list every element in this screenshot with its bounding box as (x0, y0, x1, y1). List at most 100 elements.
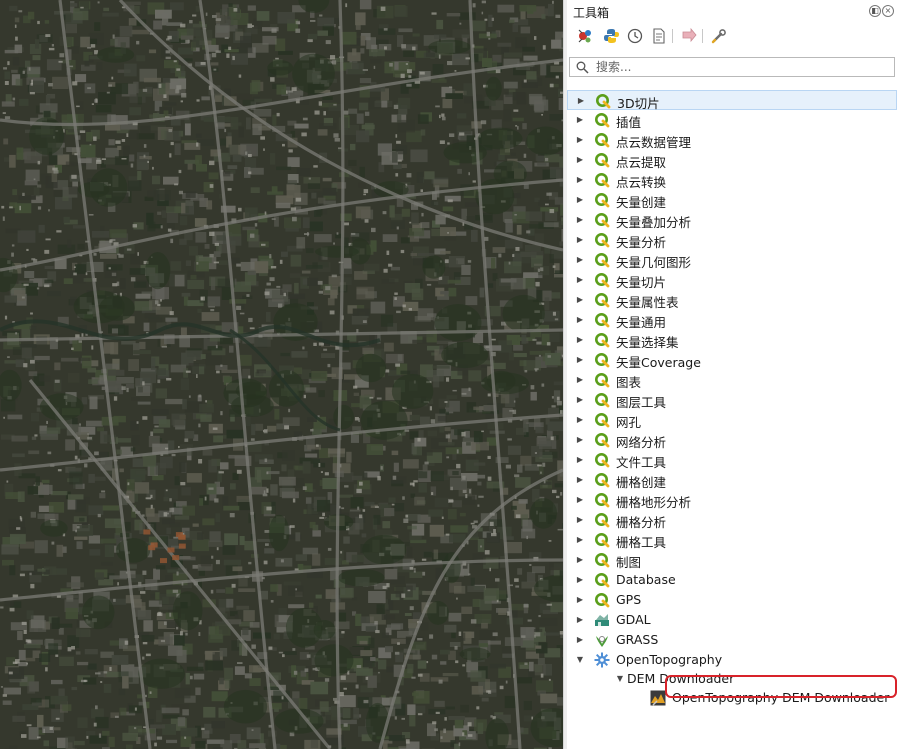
tree-item-label: 插值 (616, 115, 642, 130)
expand-arrow-icon[interactable]: ▶ (575, 375, 585, 385)
expand-arrow-icon[interactable]: ▶ (575, 575, 585, 585)
expand-arrow-icon[interactable]: ▶ (575, 415, 585, 425)
run-model-icon[interactable] (575, 26, 595, 46)
search-box[interactable] (569, 57, 895, 77)
tree-item[interactable]: OpenTopography DEM Downloader (567, 688, 897, 708)
collapse-arrow-icon[interactable]: ▼ (615, 674, 625, 684)
qgis-icon (594, 192, 610, 208)
expand-arrow-icon[interactable]: ▶ (575, 275, 585, 285)
qgis-icon (594, 352, 610, 368)
close-button[interactable]: × (882, 5, 894, 17)
edit-features-in-place-icon[interactable] (679, 26, 699, 46)
tree-item[interactable]: ▼ OpenTopography (567, 650, 897, 670)
expand-arrow-icon[interactable]: ▶ (575, 595, 585, 605)
tree-item-label: 矢量通用 (616, 315, 667, 330)
tree-item[interactable]: ▶ 矢量通用 (567, 310, 897, 330)
tree-item[interactable]: ▶ 栅格分析 (567, 510, 897, 530)
expand-arrow-icon[interactable]: ▶ (575, 135, 585, 145)
tree-item-label: 网络分析 (616, 435, 667, 450)
expand-arrow-icon[interactable]: ▶ (575, 235, 585, 245)
tree-item[interactable]: ▶ 栅格工具 (567, 530, 897, 550)
collapse-arrow-icon[interactable]: ▼ (575, 655, 585, 665)
tree-item[interactable]: ▶ 矢量属性表 (567, 290, 897, 310)
qgis-icon (594, 212, 610, 228)
expand-arrow-icon[interactable]: ▶ (575, 635, 585, 645)
qgis-icon (595, 93, 611, 109)
expand-arrow-icon[interactable]: ▶ (575, 255, 585, 265)
results-viewer-icon[interactable] (649, 26, 669, 46)
expand-arrow-icon[interactable]: ▶ (575, 315, 585, 325)
expand-arrow-icon[interactable]: ▶ (575, 495, 585, 505)
expand-arrow-icon[interactable]: ▶ (575, 395, 585, 405)
expand-arrow-icon[interactable]: ▶ (575, 535, 585, 545)
expand-arrow-icon[interactable]: ▶ (575, 555, 585, 565)
tree-item[interactable]: ▶ 栅格创建 (567, 470, 897, 490)
tree-item[interactable]: ▶ 点云转换 (567, 170, 897, 190)
expand-arrow-icon[interactable]: ▶ (575, 195, 585, 205)
map-canvas[interactable] (0, 0, 563, 749)
tree-item[interactable]: ▶ 点云数据管理 (567, 130, 897, 150)
expand-arrow-icon[interactable]: ▶ (575, 615, 585, 625)
tree-item[interactable]: ▶ 矢量叠加分析 (567, 210, 897, 230)
tree-item-label: 栅格工具 (616, 535, 667, 550)
tree-item[interactable]: ▶ 栅格地形分析 (567, 490, 897, 510)
expand-arrow-icon[interactable]: ▶ (575, 475, 585, 485)
tree-item-label: 图表 (616, 375, 642, 390)
expand-arrow-icon[interactable]: ▶ (575, 175, 585, 185)
tree-item-label: 图层工具 (616, 395, 667, 410)
expand-arrow-icon[interactable]: ▶ (575, 515, 585, 525)
qgis-icon (594, 112, 610, 128)
tree-item[interactable]: ▶ Database (567, 570, 897, 590)
qgis-icon (594, 512, 610, 528)
history-icon[interactable] (625, 26, 645, 46)
tree-item-label: GRASS (616, 632, 659, 647)
satellite-imagery (0, 0, 563, 749)
tree-item[interactable]: ▶ 3D切片 (567, 90, 897, 111)
tree-item[interactable]: ▶ GRASS (567, 630, 897, 650)
options-wrench-icon[interactable] (709, 26, 729, 46)
qgis-icon (594, 412, 610, 428)
python-script-icon[interactable] (601, 26, 621, 46)
dem-tool-icon (650, 690, 666, 706)
tree-item[interactable]: ▶ 图层工具 (567, 390, 897, 410)
tree-item-label: Database (616, 572, 676, 587)
tree-item[interactable]: ▶ GPS (567, 590, 897, 610)
expand-arrow-icon[interactable]: ▶ (576, 96, 586, 106)
expand-arrow-icon[interactable]: ▶ (575, 455, 585, 465)
tree-item[interactable]: ▶ 矢量创建 (567, 190, 897, 210)
qgis-icon (594, 592, 610, 608)
expand-arrow-icon[interactable]: ▶ (575, 295, 585, 305)
search-input[interactable] (596, 59, 886, 75)
expand-arrow-icon[interactable]: ▶ (575, 115, 585, 125)
tree-item[interactable]: ▶ 矢量切片 (567, 270, 897, 290)
expand-arrow-icon[interactable]: ▶ (575, 435, 585, 445)
tree-item-label: OpenTopography (616, 652, 723, 667)
tree-item[interactable]: ▶ 点云提取 (567, 150, 897, 170)
expand-arrow-icon[interactable]: ▶ (575, 335, 585, 345)
float-button[interactable]: ◧ (869, 5, 881, 17)
tree-item[interactable]: ▶ 网孔 (567, 410, 897, 430)
tree-item-label: 矢量创建 (616, 195, 667, 210)
expand-arrow-icon[interactable]: ▶ (575, 155, 585, 165)
tree-item[interactable]: ▶ 矢量选择集 (567, 330, 897, 350)
tree-item[interactable]: ▶ 图表 (567, 370, 897, 390)
tree-item[interactable]: ▶ 矢量Coverage (567, 350, 897, 370)
tree-item-label: 栅格地形分析 (616, 495, 692, 510)
gdal-icon (594, 612, 610, 628)
qgis-icon (594, 472, 610, 488)
qgis-icon (594, 452, 610, 468)
tree-item[interactable]: ▶ 矢量几何图形 (567, 250, 897, 270)
panel-title: 工具箱 (573, 6, 610, 20)
expand-arrow-icon[interactable]: ▶ (575, 355, 585, 365)
tree-item-label: 栅格分析 (616, 515, 667, 530)
tree-item[interactable]: ▶ 矢量分析 (567, 230, 897, 250)
tree-item-label: 文件工具 (616, 455, 667, 470)
tree-item-label: 网孔 (616, 415, 642, 430)
expand-arrow-icon[interactable]: ▶ (575, 215, 585, 225)
tree-item[interactable]: ▶ GDAL (567, 610, 897, 630)
tree-item[interactable]: ▶ 制图 (567, 550, 897, 570)
tree-item[interactable]: ▶ 网络分析 (567, 430, 897, 450)
tree-item[interactable]: ▼ DEM Downloader (567, 669, 897, 689)
tree-item[interactable]: ▶ 文件工具 (567, 450, 897, 470)
tree-item[interactable]: ▶ 插值 (567, 110, 897, 130)
